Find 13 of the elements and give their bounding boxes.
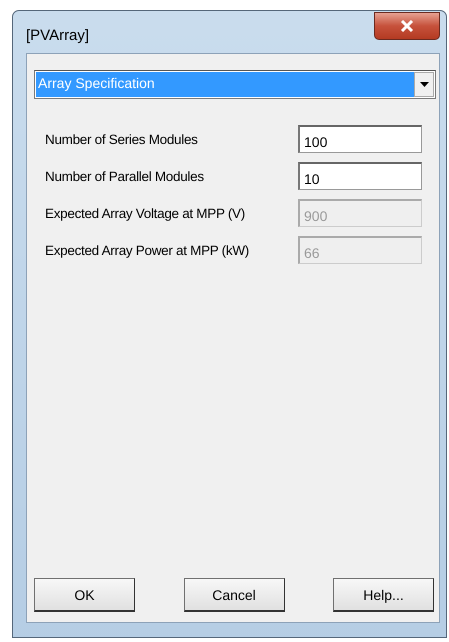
field-label: Number of Parallel Modules (45, 168, 204, 184)
close-icon (400, 20, 414, 32)
cancel-button[interactable]: Cancel (184, 578, 284, 612)
field-label: Expected Array Voltage at MPP (V) (45, 206, 245, 220)
caret-icon (420, 82, 428, 87)
window-title: [PVArray] (26, 26, 90, 44)
help-button[interactable]: Help... (333, 578, 434, 612)
ok-button[interactable]: OK (34, 578, 135, 612)
field-label: Expected Array Power at MPP (kW) (45, 242, 249, 258)
input-field[interactable]: 10 (298, 162, 422, 190)
field-label: Number of Series Modules (45, 132, 198, 146)
input-field[interactable]: 100 (298, 125, 422, 153)
close-button[interactable] (374, 12, 440, 40)
